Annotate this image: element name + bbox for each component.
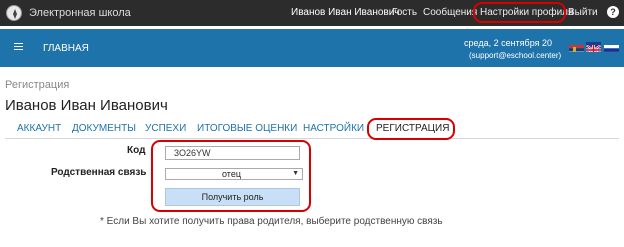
- form-highlight: [151, 140, 311, 212]
- parent-role-note: * Если Вы хотите получить права родителя…: [100, 216, 443, 227]
- nav-home-link[interactable]: ГЛАВНАЯ: [43, 43, 89, 54]
- tab-documents[interactable]: ДОКУМЕНТЫ: [72, 123, 136, 134]
- code-label: Код: [127, 145, 146, 156]
- menu-icon[interactable]: [14, 43, 23, 50]
- guest-link[interactable]: Гость: [392, 7, 417, 18]
- top-user-name[interactable]: Иванов Иван Иванович: [291, 7, 400, 18]
- tab-achievements[interactable]: УСПЕХИ: [145, 123, 186, 134]
- messages-link[interactable]: Сообщения: [423, 7, 477, 18]
- current-date: среда, 2 сентября 20: [464, 38, 552, 48]
- flag-ru-icon[interactable]: [604, 42, 619, 52]
- breadcrumb: Регистрация: [5, 79, 70, 91]
- tab-final-grades[interactable]: ИТОГОВЫЕ ОЦЕНКИ: [197, 123, 297, 134]
- relation-label: Родственная связь: [51, 167, 147, 178]
- flag-uk-icon[interactable]: [586, 42, 601, 52]
- registration-tab-highlight: [367, 118, 455, 140]
- logout-link[interactable]: Выйти: [568, 7, 598, 18]
- flag-rs-icon[interactable]: [569, 42, 584, 52]
- support-email[interactable]: (support@eschool.center): [469, 51, 561, 60]
- profile-tabs: АККАУНТ ДОКУМЕНТЫ УСПЕХИ ИТОГОВЫЕ ОЦЕНКИ…: [5, 119, 619, 139]
- tab-settings[interactable]: НАСТРОЙКИ: [303, 123, 364, 134]
- page-title: Иванов Иван Иванович: [5, 97, 168, 114]
- profile-settings-highlight: [473, 2, 566, 23]
- help-icon[interactable]: ?: [607, 6, 619, 18]
- app-title[interactable]: Электронная школа: [29, 7, 131, 19]
- main-navbar: ГЛАВНАЯ среда, 2 сентября 20 (support@es…: [0, 29, 624, 67]
- tab-account[interactable]: АККАУНТ: [17, 123, 61, 134]
- compass-logo-icon[interactable]: [6, 5, 22, 21]
